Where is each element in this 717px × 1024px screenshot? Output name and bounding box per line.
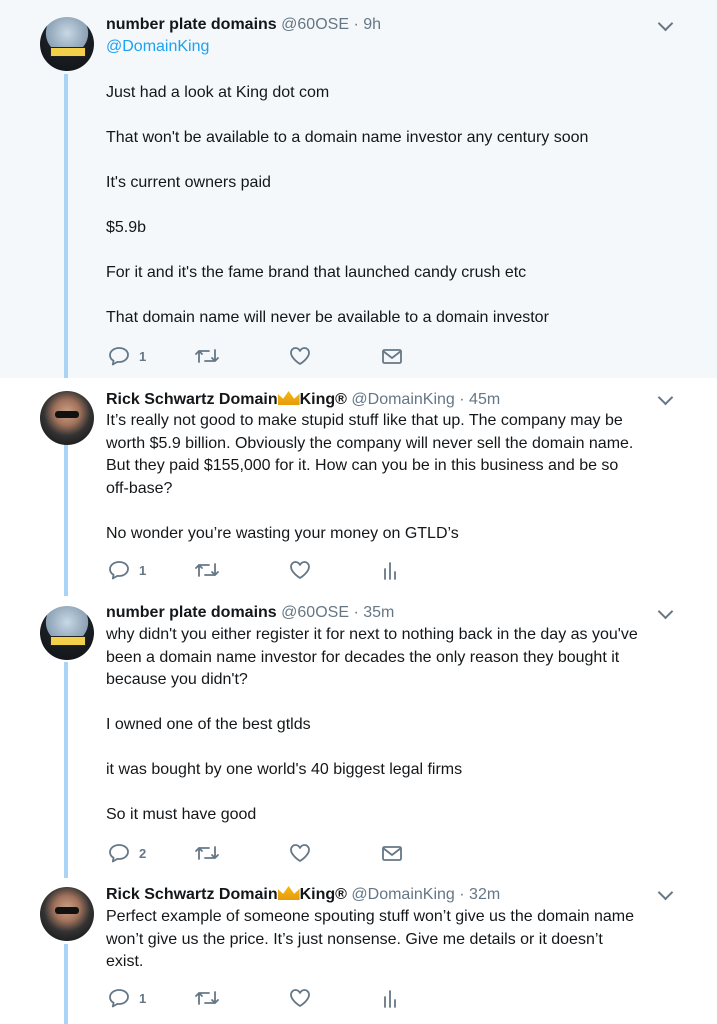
avatar[interactable] [40, 887, 94, 941]
heart-icon [290, 561, 310, 579]
like-button[interactable] [289, 842, 311, 864]
like-button[interactable] [289, 345, 311, 367]
direct-message-button[interactable] [381, 842, 403, 864]
chevron-down-icon[interactable] [657, 603, 674, 620]
reply-icon [109, 989, 129, 1008]
reply-count: 2 [139, 845, 147, 861]
retweet-button[interactable] [194, 987, 220, 1009]
thread-line [64, 662, 68, 878]
tweet-1[interactable]: number plate domains @60OSE · 9h @Domain… [0, 0, 717, 378]
tweet-paragraph: That domain name will never be available… [106, 309, 549, 326]
tweet-text: Just had a look at King dot com That won… [106, 82, 666, 330]
tweet-header: Rick Schwartz Domain King® @DomainKing · … [106, 390, 500, 409]
tweet-text: It’s really not good to make stupid stuf… [106, 410, 666, 545]
author-handle[interactable]: @DomainKing [351, 886, 454, 903]
tweet-paragraph: For it and it's the fame brand that laun… [106, 264, 527, 281]
tweet-text: why didn't you either register it for ne… [106, 624, 666, 827]
retweet-button[interactable] [194, 345, 220, 367]
author-name[interactable]: number plate domains [106, 16, 277, 33]
reply-button[interactable]: 1 [108, 345, 146, 367]
tweet-header: Rick Schwartz Domain King® @DomainKing · … [106, 885, 500, 904]
heart-icon [290, 844, 310, 862]
author-handle[interactable]: @60OSE [281, 16, 349, 33]
crown-emoji-icon [277, 886, 300, 900]
retweet-icon [195, 563, 219, 577]
retweet-icon [195, 991, 219, 1005]
tweet-header: number plate domains @60OSE · 9h [106, 16, 381, 34]
retweet-icon [195, 846, 219, 860]
direct-message-button[interactable] [381, 345, 403, 367]
timestamp[interactable]: 32m [469, 886, 500, 903]
crown-emoji-icon [277, 391, 300, 405]
like-button[interactable] [289, 559, 311, 581]
tweet-paragraph: why didn't you either register it for ne… [106, 626, 638, 688]
author-name[interactable]: Rick Schwartz Domain King® [106, 391, 347, 408]
reply-button[interactable]: 1 [108, 559, 146, 581]
thread-line [64, 74, 68, 378]
mail-icon [382, 846, 402, 861]
mail-icon [382, 349, 402, 364]
reply-icon [109, 347, 129, 366]
tweet-paragraph: Just had a look at King dot com [106, 84, 330, 101]
tweet-paragraph: It’s really not good to make stupid stuf… [106, 412, 634, 497]
avatar[interactable] [40, 606, 94, 660]
separator: · [353, 16, 359, 33]
reply-count: 1 [139, 348, 147, 364]
timestamp[interactable]: 35m [363, 604, 394, 621]
retweet-button[interactable] [194, 559, 220, 581]
reply-count: 1 [139, 562, 147, 578]
chevron-down-icon[interactable] [657, 15, 674, 32]
tweet-paragraph: No wonder you’re wasting your money on G… [106, 524, 459, 542]
tweet-paragraph: it was bought by one world's 40 biggest … [106, 761, 463, 778]
analytics-icon [384, 990, 396, 1008]
reply-count: 1 [139, 990, 147, 1006]
reply-icon [109, 844, 129, 863]
retweet-icon [195, 349, 219, 363]
analytics-icon [384, 562, 396, 580]
reply-icon [109, 561, 129, 580]
heart-icon [290, 989, 310, 1007]
timestamp[interactable]: 9h [363, 16, 381, 33]
timestamp[interactable]: 45m [469, 391, 500, 408]
tweet-2[interactable]: Rick Schwartz Domain King® @DomainKing · … [0, 378, 717, 596]
tweet-paragraph: It's current owners paid [106, 174, 271, 191]
heart-icon [290, 347, 310, 365]
separator: · [459, 391, 465, 408]
tweet-text: Perfect example of someone spouting stuf… [106, 906, 666, 974]
like-button[interactable] [289, 987, 311, 1009]
analytics-button[interactable] [382, 559, 398, 581]
avatar[interactable] [40, 391, 94, 445]
tweet-paragraph: So it must have good [106, 806, 257, 823]
tweet-header: number plate domains @60OSE · 35m [106, 604, 394, 622]
tweet-paragraph: Perfect example of someone spouting stuf… [106, 908, 635, 970]
author-handle[interactable]: @60OSE [281, 604, 349, 621]
separator: · [353, 604, 359, 621]
chevron-down-icon[interactable] [657, 884, 674, 901]
tweet-4[interactable]: Rick Schwartz Domain King® @DomainKing · … [0, 878, 717, 1024]
tweet-paragraph: I owned one of the best gtlds [106, 716, 311, 733]
chevron-down-icon[interactable] [657, 389, 674, 406]
avatar[interactable] [40, 17, 94, 71]
tweet-paragraph: That won't be available to a domain name… [106, 129, 589, 146]
author-handle[interactable]: @DomainKing [351, 391, 454, 408]
tweet-paragraph: $5.9b [106, 219, 147, 236]
reply-button[interactable]: 1 [108, 987, 146, 1009]
tweet-3[interactable]: number plate domains @60OSE · 35m why di… [0, 596, 717, 878]
thread-line [64, 944, 68, 1024]
thread-line [64, 444, 68, 596]
author-name[interactable]: number plate domains [106, 604, 277, 621]
retweet-button[interactable] [194, 842, 220, 864]
reply-button[interactable]: 2 [108, 842, 146, 864]
analytics-button[interactable] [382, 987, 398, 1009]
reply-to-mention[interactable]: @DomainKing [106, 38, 209, 56]
separator: · [459, 886, 465, 903]
author-name[interactable]: Rick Schwartz Domain King® [106, 886, 347, 903]
